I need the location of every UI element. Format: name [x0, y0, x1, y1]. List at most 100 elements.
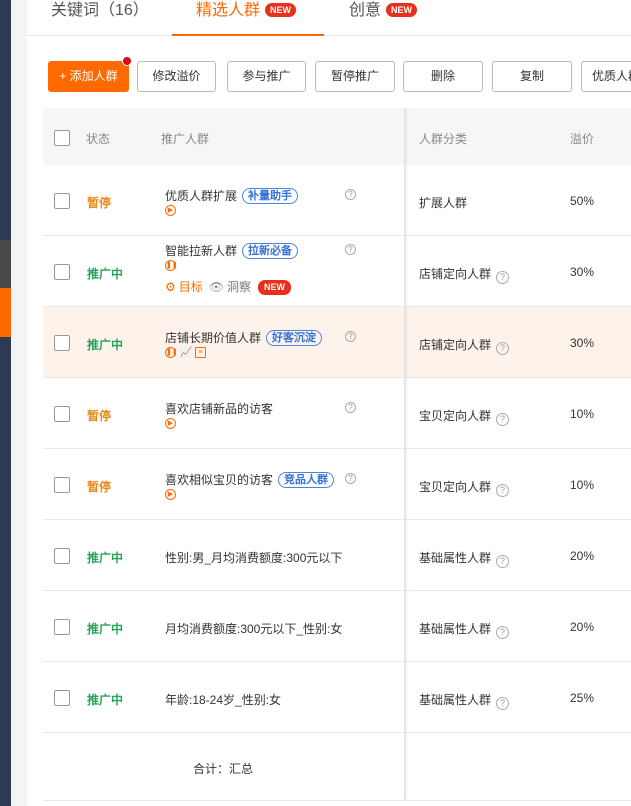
main-panel: 关键词（16） 精选人群 NEW 创意 NEW + 添加人群 修改溢价 参与推广 暂… [27, 0, 631, 806]
tab-creative[interactable]: 创意 NEW [349, 0, 418, 36]
table-row: 暂停 优质人群扩展 补量助手 ? ▶ 扩展人群 50% [43, 165, 631, 236]
crowd-name[interactable]: 月均消费额度:300元以下_性别:女 [165, 620, 342, 637]
tab-keywords[interactable]: 关键词（16） [51, 0, 149, 36]
category-cell: 基础属性人群? [419, 691, 510, 710]
row-checkbox[interactable] [54, 335, 70, 351]
help-icon[interactable]: ? [496, 413, 510, 426]
category-cell: 基础属性人群? [419, 620, 510, 639]
crowd-name[interactable]: 店铺长期价值人群 好客沉淀 [165, 329, 323, 346]
crowd-tag: 拉新必备 [242, 243, 299, 259]
row-actions: ❚❚ [165, 260, 180, 272]
help-icon[interactable]: ? [496, 697, 510, 710]
status-text: 推广中 [87, 267, 124, 281]
crowd-tag: 竞品人群 [278, 472, 335, 488]
help-icon[interactable]: ? [496, 555, 510, 568]
help-icon[interactable]: ? [345, 402, 356, 413]
row-actions: ❚❚ 📈 ≡ [165, 347, 210, 359]
report-icon[interactable]: ≡ [195, 347, 206, 358]
pause-promotion-button[interactable]: 暂停推广 [315, 61, 395, 92]
play-icon[interactable]: ▶ [165, 489, 176, 500]
nav-strip-active-segment[interactable] [0, 288, 11, 337]
premium-value[interactable]: 30% [570, 265, 594, 279]
status-text: 暂停 [87, 480, 112, 494]
crowd-name[interactable]: 喜欢相似宝贝的访客 竞品人群 [165, 471, 335, 488]
copy-button[interactable]: 复制 [492, 61, 572, 92]
play-icon[interactable]: ▶ [165, 418, 176, 429]
nav-strip-segment [0, 240, 11, 288]
tab-bar: 关键词（16） 精选人群 NEW 创意 NEW [27, 0, 631, 36]
premium-value[interactable]: 10% [570, 407, 594, 421]
help-icon[interactable]: ? [496, 271, 510, 284]
category-text: 店铺定向人群 [419, 267, 492, 281]
column-divider [404, 108, 406, 801]
help-icon[interactable]: ? [345, 473, 356, 484]
crowd-name-text: 智能拉新人群 [165, 244, 238, 258]
crowd-name[interactable]: 年龄:18-24岁_性别:女 [165, 691, 281, 708]
table-header: 状态 推广人群 人群分类 溢价 [43, 108, 631, 165]
category-text: 扩展人群 [419, 196, 468, 210]
crowd-name-text: 店铺长期价值人群 [165, 331, 262, 345]
premium-value[interactable]: 20% [570, 549, 594, 563]
crowd-name[interactable]: 优质人群扩展 补量助手 [165, 187, 299, 204]
total-label: 合计：汇总 [193, 762, 254, 776]
play-icon[interactable]: ▶ [165, 205, 176, 216]
row-checkbox[interactable] [54, 477, 70, 493]
crowd-name-text: 喜欢相似宝贝的访客 [165, 473, 274, 487]
table-row: 推广中 智能拉新人群 拉新必备 ? ❚❚ ⚙ 目标 👁 洞察 NEW 店铺定向人群? 30… [43, 236, 631, 307]
goal-link[interactable]: 目标 [179, 280, 203, 294]
table-row: 暂停 喜欢店铺新品的访客 ? ▶ 宝贝定向人群? 10% [43, 378, 631, 449]
category-text: 基础属性人群 [419, 693, 492, 707]
category-text: 基础属性人群 [419, 551, 492, 565]
tab-keywords-label: 关键词（16） [51, 2, 149, 19]
pause-icon[interactable]: ❚❚ [165, 260, 178, 271]
add-crowd-button[interactable]: + 添加人群 [48, 61, 129, 92]
crowd-name[interactable]: 喜欢店铺新品的访客 [165, 400, 273, 417]
new-badge: NEW [265, 3, 297, 17]
help-icon[interactable]: ? [345, 189, 356, 200]
row-checkbox[interactable] [54, 619, 70, 635]
row-checkbox[interactable] [54, 193, 70, 209]
new-badge: NEW [386, 3, 418, 17]
category-cell: 宝贝定向人群? [419, 478, 510, 497]
row-actions: ▶ [165, 418, 180, 430]
crowd-tag: 好客沉淀 [266, 330, 323, 346]
status-text: 推广中 [87, 622, 124, 636]
left-nav-strip [0, 0, 11, 806]
premium-value[interactable]: 10% [570, 478, 594, 492]
join-promotion-button[interactable]: 参与推广 [227, 61, 306, 92]
goal-insight-line: ⚙ 目标 👁 洞察 NEW [165, 278, 292, 295]
category-cell: 基础属性人群? [419, 549, 510, 568]
row-checkbox[interactable] [54, 548, 70, 564]
table-row: 推广中 年龄:18-24岁_性别:女 基础属性人群? 25% [43, 662, 631, 733]
premium-value[interactable]: 50% [570, 194, 594, 208]
crowd-name[interactable]: 智能拉新人群 拉新必备 [165, 242, 299, 259]
category-text: 宝贝定向人群 [419, 409, 492, 423]
header-premium: 溢价 [570, 132, 595, 146]
premium-value[interactable]: 30% [570, 336, 594, 350]
help-icon[interactable]: ? [496, 626, 510, 639]
quality-crowd-button[interactable]: 优质人群 [581, 61, 631, 92]
row-checkbox[interactable] [54, 690, 70, 706]
premium-value[interactable]: 25% [570, 691, 594, 705]
row-checkbox[interactable] [54, 264, 70, 280]
crowd-name[interactable]: 性别:男_月均消费额度:300元以下 [165, 549, 342, 566]
modify-premium-button[interactable]: 修改溢价 [137, 61, 216, 92]
help-icon[interactable]: ? [345, 331, 356, 342]
category-cell: 宝贝定向人群? [419, 407, 510, 426]
help-icon[interactable]: ? [345, 244, 356, 255]
row-actions: ▶ [165, 489, 180, 501]
table-row: 推广中 性别:男_月均消费额度:300元以下 基础属性人群? 20% [43, 520, 631, 591]
chart-icon[interactable]: 📈 [180, 347, 192, 358]
help-icon[interactable]: ? [496, 484, 510, 497]
select-all-checkbox[interactable] [54, 130, 70, 146]
notification-dot [122, 56, 132, 66]
pause-icon[interactable]: ❚❚ [165, 347, 178, 358]
delete-button[interactable]: 删除 [403, 61, 483, 92]
insight-link[interactable]: 洞察 [227, 280, 251, 294]
tab-selected-crowds[interactable]: 精选人群 NEW [172, 0, 324, 36]
help-icon[interactable]: ? [496, 342, 510, 355]
category-text: 店铺定向人群 [419, 338, 492, 352]
premium-value[interactable]: 20% [570, 620, 594, 634]
row-checkbox[interactable] [54, 406, 70, 422]
category-text: 基础属性人群 [419, 622, 492, 636]
